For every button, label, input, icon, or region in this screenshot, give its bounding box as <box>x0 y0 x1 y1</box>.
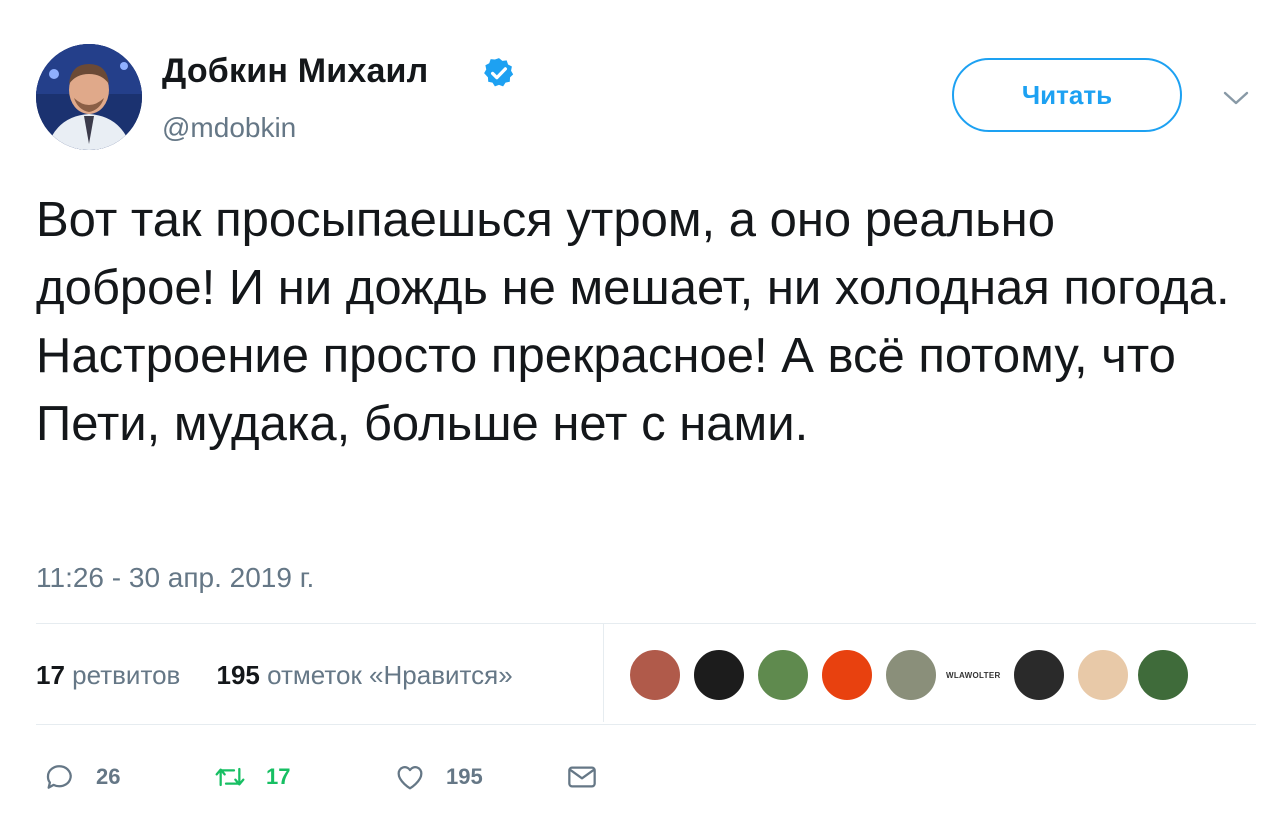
retweet-count: 17 <box>266 764 291 789</box>
tweet-stats: 17 ретвитов 195 отметок «Нравится» <box>36 660 513 691</box>
likes-count[interactable]: 195 <box>216 660 259 690</box>
tweet-text: Вот так просыпаешься утром, а оно реальн… <box>36 193 1230 451</box>
divider <box>36 724 1256 725</box>
like-count: 195 <box>446 764 483 789</box>
retweets-label[interactable]: ретвитов <box>72 660 180 690</box>
heart-icon <box>397 766 423 790</box>
verified-badge-icon <box>484 58 514 87</box>
reply-action[interactable]: 26 <box>44 760 120 794</box>
chevron-down-icon[interactable] <box>1222 88 1250 108</box>
reply-count: 26 <box>96 764 121 789</box>
follow-button[interactable]: Читать <box>952 58 1182 132</box>
liker-avatar[interactable] <box>1076 648 1130 702</box>
retweet-icon <box>215 767 245 787</box>
liker-avatar-label[interactable]: WLAWOLTER <box>946 671 1001 680</box>
retweets-count[interactable]: 17 <box>36 660 65 690</box>
envelope-icon <box>568 766 596 788</box>
liker-avatar[interactable] <box>820 648 874 702</box>
tweet-timestamp[interactable]: 11:26 - 30 апр. 2019 г. <box>36 562 314 594</box>
like-action[interactable]: 195 <box>394 760 483 794</box>
liker-avatar[interactable] <box>884 648 938 702</box>
avatar-photo <box>36 44 142 150</box>
likes-label[interactable]: отметок «Нравится» <box>267 660 513 690</box>
divider <box>36 623 1256 624</box>
liker-avatar[interactable] <box>1012 648 1066 702</box>
reply-icon <box>46 765 72 789</box>
liker-avatar[interactable] <box>756 648 810 702</box>
avatar[interactable] <box>36 44 142 150</box>
liker-avatar[interactable] <box>1136 648 1190 702</box>
author-handle[interactable]: @mdobkin <box>162 112 296 144</box>
liker-avatar[interactable] <box>692 648 746 702</box>
direct-message-action[interactable] <box>566 760 598 794</box>
liker-avatar[interactable] <box>628 648 682 702</box>
author-name[interactable]: Добкин Михаил <box>162 52 428 91</box>
retweet-action[interactable]: 17 <box>214 760 290 794</box>
stats-divider <box>603 624 604 722</box>
